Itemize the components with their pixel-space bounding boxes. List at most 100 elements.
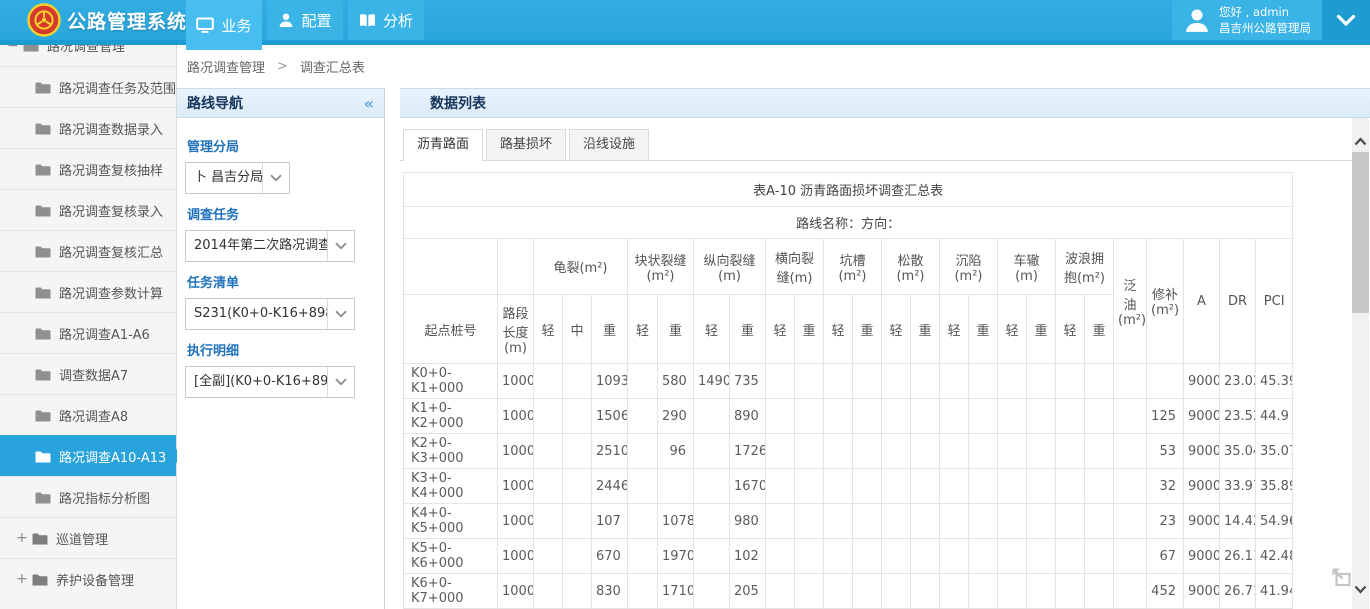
chevron-down-icon	[1336, 14, 1356, 27]
table-cell	[1027, 469, 1056, 504]
sidebar-item-13[interactable]: +养护设备管理	[0, 558, 176, 599]
table-cell: 41.94	[1256, 574, 1293, 609]
table-row[interactable]: K0+0-K1+000100010935801490735900023.0245…	[404, 364, 1293, 399]
table-cell	[1085, 504, 1114, 539]
column-subheader: 重	[592, 295, 628, 364]
sidebar-item-12[interactable]: +巡道管理	[0, 517, 176, 558]
user-panel[interactable]: 您好 , admin 昌吉州公路管理局	[1172, 0, 1322, 40]
table-cell	[766, 399, 795, 434]
table-cell: K0+0-K1+000	[404, 364, 498, 399]
column-group-header: 坑槽(m²)	[824, 239, 882, 295]
sidebar-item-7[interactable]: 路况调查A1-A6	[0, 312, 176, 353]
column-group-header: 车辙 (m)	[998, 239, 1056, 295]
scroll-up-arrow-icon[interactable]	[1352, 132, 1369, 150]
breadcrumb-item[interactable]: 路况调查管理	[187, 57, 265, 76]
table-cell	[563, 574, 592, 609]
table-cell	[1085, 539, 1114, 574]
table-cell: K3+0-K4+000	[404, 469, 498, 504]
sidebar-item-2[interactable]: 路况调查数据录入	[0, 107, 176, 148]
panel-splitter[interactable]	[386, 88, 400, 609]
sidebar-item-1[interactable]: 路况调查任务及范围	[0, 66, 176, 107]
collapse-panel-icon[interactable]: «	[364, 94, 374, 113]
table-cell	[694, 469, 730, 504]
table-title: 表A-10 沥青路面损坏调查汇总表	[404, 173, 1293, 207]
table-cell	[911, 434, 940, 469]
column-header: 路段长度(m)	[498, 295, 534, 364]
scrollbar-thumb[interactable]	[1352, 152, 1369, 313]
column-subheader: 重	[911, 295, 940, 364]
table-row[interactable]: K6+0-K7+00010008301710205452900026.7141.…	[404, 574, 1293, 609]
execution-detail-select[interactable]: [全副](K0+0-K16+898)	[185, 366, 355, 398]
sidebar-item-4[interactable]: 路况调查复核录入	[0, 189, 176, 230]
sidebar-item-label: 路况调查A10-A13	[59, 447, 166, 466]
sidebar: −路况调查管理路况调查任务及范围路况调查数据录入路况调查复核抽样路况调查复核录入…	[0, 45, 177, 609]
tab-subgrade-damage[interactable]: 路基损坏	[486, 129, 566, 160]
sidebar-item-label: 路况调查A8	[59, 406, 128, 425]
table-row[interactable]: K3+0-K4+00010002446167032900033.9735.89	[404, 469, 1293, 504]
app-title: 公路管理系统	[67, 7, 187, 34]
expand-plus-icon[interactable]: +	[16, 531, 32, 545]
header-dropdown-toggle[interactable]	[1322, 0, 1370, 40]
sidebar-item-11[interactable]: 路况指标分析图	[0, 476, 176, 517]
table-row[interactable]: K1+0-K2+00010001506290890125900023.5244.…	[404, 399, 1293, 434]
table-cell	[998, 399, 1027, 434]
chevron-down-icon[interactable]	[327, 231, 354, 261]
table-subtitle: 路线名称：方向：	[404, 207, 1293, 239]
survey-task-select[interactable]: 2014年第二次路况调查	[185, 230, 355, 262]
sidebar-item-label: 路况调查复核汇总	[59, 242, 163, 261]
chevron-down-icon[interactable]	[262, 163, 289, 193]
table-cell	[1114, 539, 1147, 574]
nav-tab-analysis[interactable]: 分析	[348, 0, 424, 40]
management-branch-select[interactable]: 卜 昌吉分局	[185, 162, 290, 194]
table-cell	[940, 469, 969, 504]
table-cell	[795, 539, 824, 574]
chevron-down-icon[interactable]	[327, 299, 354, 329]
nav-tab-business[interactable]: 业务	[186, 0, 262, 50]
table-cell	[534, 364, 563, 399]
sidebar-item-label: 调查数据A7	[59, 365, 128, 384]
table-row[interactable]: K2+0-K3+0001000251096172653900035.0435.0…	[404, 434, 1293, 469]
sidebar-item-label: 路况调查复核录入	[59, 201, 163, 220]
folder-icon	[35, 327, 51, 340]
table-cell	[534, 574, 563, 609]
vertical-scrollbar[interactable]	[1352, 118, 1369, 609]
sidebar-item-9[interactable]: 路况调查A8	[0, 394, 176, 435]
table-cell	[628, 434, 658, 469]
table-row[interactable]: K4+0-K5+0001000107107898023900014.4254.9…	[404, 504, 1293, 539]
chevron-down-icon[interactable]	[327, 367, 354, 397]
tab-asphalt-pavement[interactable]: 沥青路面	[403, 129, 483, 161]
nav-tab-config[interactable]: 配置	[267, 0, 343, 40]
column-header: 起点桩号	[404, 295, 498, 364]
sidebar-item-5[interactable]: 路况调查复核汇总	[0, 230, 176, 271]
table-cell	[628, 399, 658, 434]
scroll-down-arrow-icon[interactable]	[1352, 580, 1369, 598]
survey-task-value: 2014年第二次路况调查	[186, 231, 327, 261]
table-cell: 9000	[1184, 364, 1220, 399]
task-list-select[interactable]: S231(K0+0-K16+898)	[185, 298, 355, 330]
column-subheader: 轻	[694, 295, 730, 364]
expand-plus-icon[interactable]: +	[16, 572, 32, 586]
table-cell	[628, 574, 658, 609]
table-cell	[853, 364, 882, 399]
sidebar-item-8[interactable]: 调查数据A7	[0, 353, 176, 394]
table-cell	[969, 574, 998, 609]
column-subheader: 轻	[882, 295, 911, 364]
tab-roadside-facilities[interactable]: 沿线设施	[569, 129, 649, 160]
table-cell	[795, 504, 824, 539]
table-cell	[853, 469, 882, 504]
monitor-icon	[196, 17, 214, 34]
table-cell: 107	[592, 504, 628, 539]
table-cell: 42.48	[1256, 539, 1293, 574]
table-cell	[882, 434, 911, 469]
field-management-branch: 管理分局卜 昌吉分局	[185, 136, 384, 194]
folder-icon	[35, 81, 51, 94]
top-header: 公路管理系统 业务配置分析 您好 , admin 昌吉州公路管理局	[0, 0, 1370, 45]
table-cell	[969, 504, 998, 539]
table-cell: 9000	[1184, 504, 1220, 539]
sidebar-item-3[interactable]: 路况调查复核抽样	[0, 148, 176, 189]
sidebar-item-6[interactable]: 路况调查参数计算	[0, 271, 176, 312]
open-window-icon[interactable]	[1330, 564, 1354, 592]
table-row[interactable]: K5+0-K6+0001000670197010267900026.1142.4…	[404, 539, 1293, 574]
table-cell: 580	[658, 364, 694, 399]
sidebar-item-10[interactable]: 路况调查A10-A13	[0, 435, 176, 476]
